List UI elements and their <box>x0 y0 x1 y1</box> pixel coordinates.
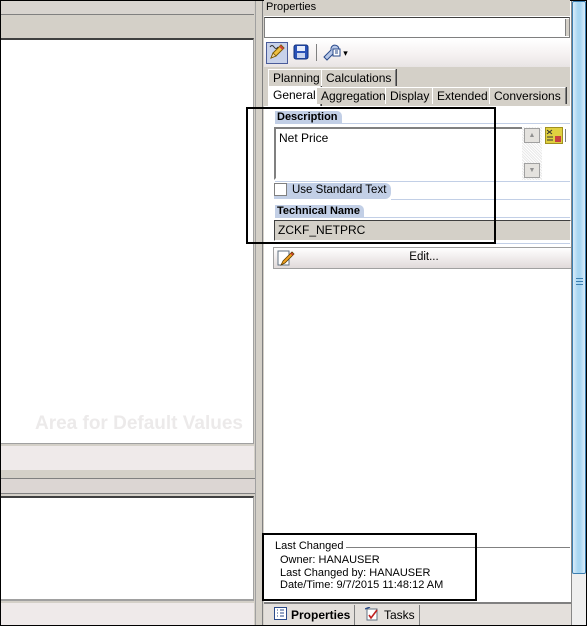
last-changed-divider <box>346 547 570 548</box>
left-bottom-strip <box>1 603 254 625</box>
technical-name-field: ZCKF_NETPRC <box>274 220 571 241</box>
object-selector-dropdown[interactable] <box>565 19 569 36</box>
tab-aggregation[interactable]: Aggregation <box>316 87 391 104</box>
object-selector-field[interactable] <box>264 17 570 38</box>
bottom-tab-strip: Properties Tasks <box>264 602 571 625</box>
datetime-text: Date/Time: 9/7/2015 11:48:12 AM <box>280 579 444 591</box>
tasks-icon <box>364 605 380 624</box>
properties-toolbar: ▾ <box>264 39 570 67</box>
translate-icon <box>545 127 563 147</box>
bottom-tab-properties[interactable]: Properties <box>270 605 356 625</box>
edit-button-label: Edit... <box>409 251 439 263</box>
translate-text-button[interactable] <box>545 127 566 147</box>
std-text-divider <box>391 199 570 200</box>
edit-mode-button[interactable] <box>266 42 288 64</box>
properties-scrollbar[interactable] <box>571 1 586 625</box>
pane-splitter[interactable] <box>255 1 263 625</box>
last-changed-group: Last Changed Owner: HANAUSER Last Change… <box>264 536 570 602</box>
tab-planning[interactable]: Planning <box>268 69 325 86</box>
left-section-header <box>1 478 255 494</box>
use-standard-text-label: Use Standard Text <box>292 184 387 196</box>
tab-conversions[interactable]: Conversions <box>489 87 566 104</box>
use-standard-text-row: Use Standard Text <box>274 183 391 199</box>
bottom-tab-tasks[interactable]: Tasks <box>361 605 420 625</box>
technical-name-divider <box>275 217 570 218</box>
tab-extended[interactable]: Extended <box>432 87 493 104</box>
description-scrollbar[interactable]: ▲ ▼ <box>522 127 542 180</box>
left-mid-strip <box>1 446 254 470</box>
save-icon <box>293 44 309 63</box>
toolbar-separator <box>316 44 317 61</box>
properties-icon <box>274 607 287 623</box>
scroll-up-button[interactable]: ▲ <box>524 128 540 143</box>
last-changed-by-text: Last Changed by: HANAUSER <box>280 567 431 579</box>
tools-menu-button[interactable]: ▾ <box>320 42 350 64</box>
left-top-bar <box>1 1 254 15</box>
description-bottom-divider <box>275 181 570 182</box>
tab-display[interactable]: Display <box>385 87 435 104</box>
save-button[interactable] <box>290 42 312 64</box>
edit-button[interactable]: Edit... <box>273 247 571 269</box>
left-pane-header <box>1 16 254 38</box>
tab-calculations[interactable]: Calculations <box>321 69 397 86</box>
bottom-tab-properties-label: Properties <box>291 608 351 622</box>
bottom-tab-tasks-label: Tasks <box>384 608 415 622</box>
use-standard-text-checkbox[interactable] <box>274 183 287 196</box>
default-values-watermark: Area for Default Values <box>34 413 243 434</box>
scroll-down-button[interactable]: ▼ <box>524 163 540 178</box>
properties-title: Properties <box>264 0 570 16</box>
properties-tabs: Planning Calculations General Aggregatio… <box>264 67 570 107</box>
description-input[interactable]: Net Price <box>274 127 542 180</box>
technical-name-bottom-divider <box>275 243 570 244</box>
default-values-area[interactable]: Area for Default Values <box>1 38 254 444</box>
last-changed-title: Last Changed <box>275 540 344 552</box>
pencil-icon <box>268 43 286 64</box>
description-divider <box>275 123 570 124</box>
owner-text: Owner: HANAUSER <box>280 554 380 566</box>
scrollbar-thumb[interactable] <box>572 1 586 574</box>
description-value: Net Price <box>279 131 329 145</box>
chevron-down-icon: ▾ <box>343 47 348 58</box>
tab-general[interactable]: General <box>268 86 321 107</box>
wrench-icon <box>322 43 342 64</box>
scrollbar-grip-icon <box>576 278 583 286</box>
left-lower-area[interactable] <box>1 496 254 601</box>
